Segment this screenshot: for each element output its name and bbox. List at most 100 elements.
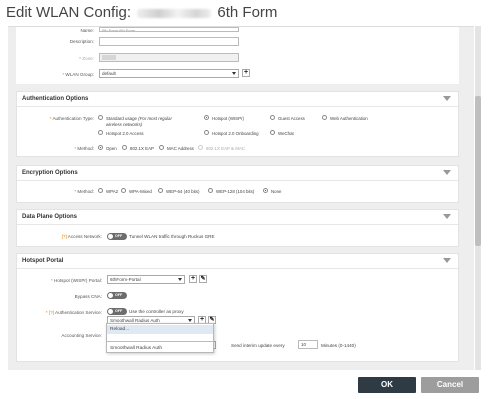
standard-usage-note: (For most regular xyxy=(138,116,172,121)
name-input[interactable]: 6th Form 6th Form xyxy=(99,27,239,32)
radio-wechat[interactable] xyxy=(270,130,275,135)
method-eap-label: 802.1X EAP xyxy=(130,146,154,151)
auth-service-label-text: Authentication Service: xyxy=(55,310,102,315)
collapse-caret-icon[interactable] xyxy=(443,170,451,175)
radio-standard-usage[interactable] xyxy=(98,115,103,120)
toggle-state: OFF xyxy=(115,309,123,314)
interim-update-input[interactable]: 10 xyxy=(298,340,318,349)
help-icon[interactable]: [?] xyxy=(49,310,54,315)
access-network-toggle[interactable]: OFF xyxy=(107,233,127,240)
encryption-method-label-text: Method: xyxy=(77,189,94,194)
dialog-title-suffix: 6th Form xyxy=(217,4,278,21)
radio-web-authentication[interactable] xyxy=(322,115,327,120)
standard-usage-label: Standard usage (For most regular xyxy=(106,116,172,121)
description-label: Description: xyxy=(69,39,94,44)
scrollbar[interactable] xyxy=(475,26,481,370)
wlan-group-select[interactable]: default xyxy=(99,69,239,78)
collapse-caret-icon[interactable] xyxy=(443,96,451,101)
pencil-icon: ✎ xyxy=(200,276,206,282)
wep64-label: WEP-64 (40 bits) xyxy=(166,189,200,194)
wechat-label: WeChat xyxy=(278,131,294,136)
name-label: Name: xyxy=(80,28,94,33)
radio-wep64[interactable] xyxy=(158,188,163,193)
portal-label-text: Hotspot (WISPr) Portal: xyxy=(54,278,102,283)
dropdown-option-smoothwall[interactable]: Smoothwall Radius Auth xyxy=(107,344,213,353)
radio-method-open[interactable] xyxy=(98,145,103,150)
data-plane-options-header[interactable]: Data Plane Options xyxy=(17,210,458,225)
wpa-mixed-label: WPA-Mixed xyxy=(129,189,152,194)
data-plane-options-section: Data Plane Options xyxy=(16,209,459,247)
auth-service-label: * [?] Authentication Service: xyxy=(45,310,102,315)
none-label: None xyxy=(271,189,282,194)
radio-method-eap[interactable] xyxy=(122,145,127,150)
redacted-name xyxy=(137,8,212,18)
radio-method-mac[interactable] xyxy=(159,145,164,150)
zone-label: * Zone: xyxy=(79,56,94,61)
hotspot20-onboarding-label: Hotspot 2.0 Onboarding xyxy=(212,131,259,136)
web-authentication-label: Web Authentication xyxy=(330,116,368,121)
auth-proxy-toggle[interactable]: OFF xyxy=(107,308,127,315)
ok-button[interactable]: OK xyxy=(358,377,416,393)
section-title: Encryption Options xyxy=(22,170,78,176)
authentication-options-header[interactable]: Authentication Options xyxy=(17,92,458,107)
dropdown-option-empty[interactable] xyxy=(107,334,213,342)
toggle-state: OFF xyxy=(115,234,123,239)
portal-value: 6thForm-Portal xyxy=(110,277,141,282)
toggle-knob xyxy=(108,234,113,239)
wlan-group-label-text: WLAN Group: xyxy=(65,72,94,77)
radio-wpa-mixed[interactable] xyxy=(121,188,126,193)
add-portal-button[interactable]: + xyxy=(189,275,197,283)
radio-hotspot-wispr[interactable] xyxy=(204,115,209,120)
radio-hotspot20-onboarding[interactable] xyxy=(204,130,209,135)
plus-icon: + xyxy=(243,69,249,76)
plus-icon: + xyxy=(199,316,205,323)
edit-portal-button[interactable]: ✎ xyxy=(199,275,207,283)
radio-wep128[interactable] xyxy=(208,188,213,193)
access-network-label-text: Access Network: xyxy=(67,234,102,239)
wlan-group-label: * WLAN Group: xyxy=(62,72,94,77)
accounting-service-label: Accounting Service: xyxy=(61,333,102,338)
cancel-button[interactable]: Cancel xyxy=(421,377,479,393)
hotspot20-access-label: Hotspot 2.0 Access xyxy=(106,131,144,136)
interim-unit-text: Minutes (0-1440) xyxy=(321,343,356,348)
zone-label-text: Zone: xyxy=(82,56,94,61)
radio-guest-access[interactable] xyxy=(270,115,275,120)
tunnel-text: Tunnel WLAN traffic through Ruckus GRE xyxy=(129,234,215,239)
help-icon[interactable]: [?] xyxy=(62,234,67,239)
collapse-caret-icon[interactable] xyxy=(443,258,451,263)
auth-type-label: * Authentication Type: xyxy=(49,116,94,121)
radio-none[interactable] xyxy=(263,188,268,193)
scrollbar-thumb[interactable] xyxy=(475,96,481,246)
auth-method-label-text: Method: xyxy=(77,146,94,151)
radio-hotspot20-access[interactable] xyxy=(98,130,103,135)
guest-access-label: Guest Access xyxy=(278,116,305,121)
encryption-options-header[interactable]: Encryption Options xyxy=(17,166,458,181)
bypass-cna-toggle[interactable]: OFF xyxy=(107,292,127,299)
encryption-options-section: Encryption Options xyxy=(16,165,459,203)
auth-service-dropdown[interactable]: Reload... Smoothwall Radius Auth xyxy=(106,323,214,353)
wpa2-label: WPA2 xyxy=(106,189,119,194)
radio-method-eap-mac xyxy=(198,145,203,150)
portal-select[interactable]: 6thForm-Portal xyxy=(107,275,185,284)
dialog-title: Edit WLAN Config: 6th Form xyxy=(6,4,277,21)
section-title: Hotspot Portal xyxy=(22,258,64,264)
access-network-label: [?] Access Network: xyxy=(40,234,102,239)
description-input[interactable] xyxy=(99,37,239,46)
encryption-method-label: * Method: xyxy=(74,189,94,194)
dropdown-option-reload[interactable]: Reload... xyxy=(107,325,213,334)
toggle-knob xyxy=(108,309,113,314)
auth-method-label: * Method: xyxy=(74,146,94,151)
plus-icon: + xyxy=(190,275,196,282)
interim-update-text: Send interim update every xyxy=(231,343,285,348)
hotspot-portal-header[interactable]: Hotspot Portal xyxy=(17,254,458,269)
zone-value-redacted xyxy=(102,55,116,61)
toggle-state: OFF xyxy=(115,293,123,298)
add-wlan-group-button[interactable]: + xyxy=(242,69,250,77)
radio-wpa2[interactable] xyxy=(98,188,103,193)
method-eap-mac-label: 802.1X EAP & MAC xyxy=(206,146,245,151)
toggle-knob xyxy=(108,293,113,298)
method-open-label: Open xyxy=(106,146,117,151)
standard-usage-text: Standard usage xyxy=(106,116,138,121)
collapse-caret-icon[interactable] xyxy=(443,214,451,219)
section-title: Data Plane Options xyxy=(22,214,78,220)
